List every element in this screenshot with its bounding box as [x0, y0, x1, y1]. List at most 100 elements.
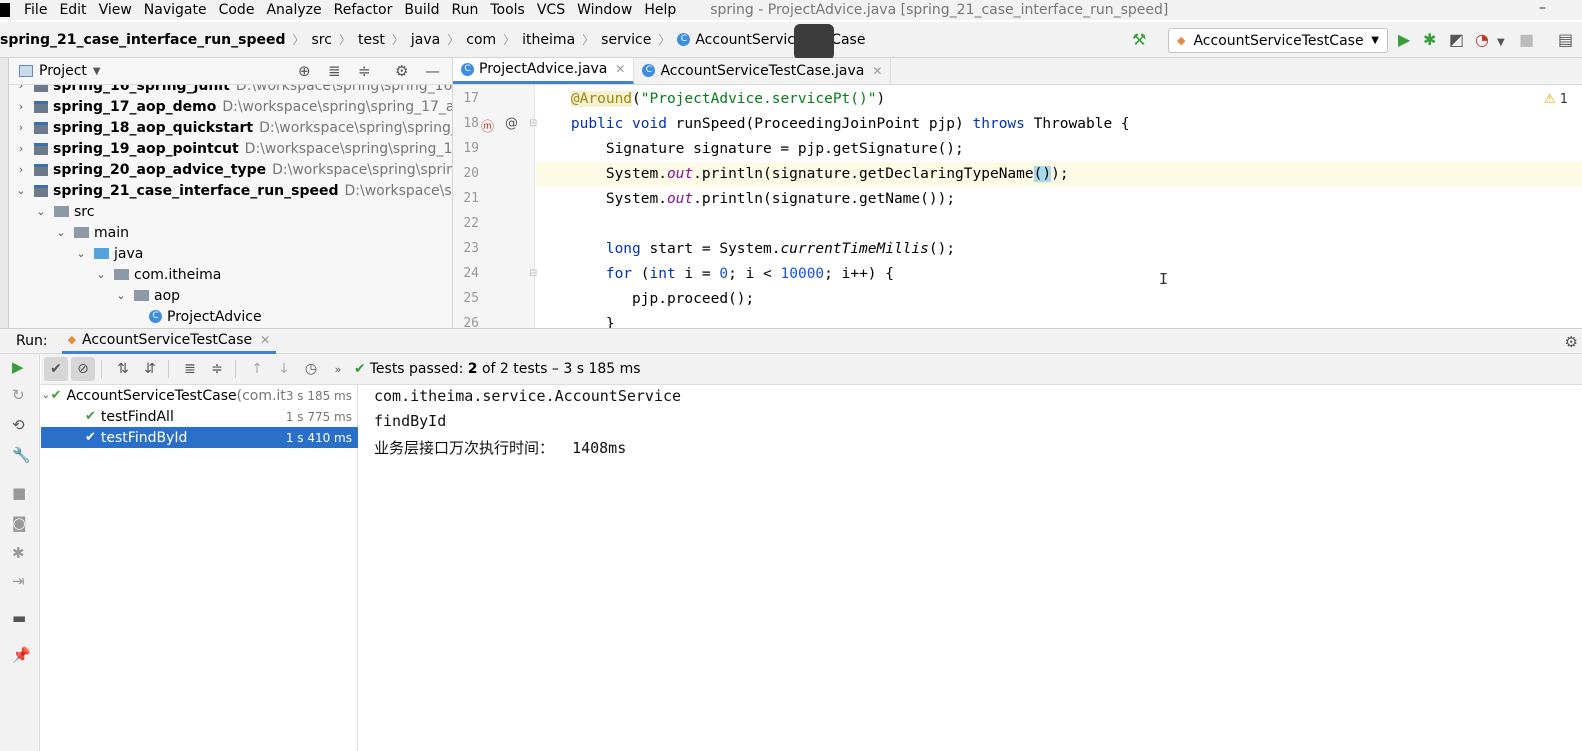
debug-icon[interactable]: ✱ — [1423, 32, 1436, 48]
rerun-icon[interactable]: ▶ — [12, 358, 24, 376]
menu-vcs[interactable]: VCS — [531, 2, 571, 18]
breadcrumb-src[interactable]: src — [308, 32, 336, 48]
locate-target-icon[interactable]: ⊕ — [298, 62, 311, 80]
test-case-row[interactable]: ✔ testFindById 1 s 410 ms — [41, 427, 358, 448]
expand-all-icon[interactable]: ≣ — [328, 62, 341, 80]
close-icon[interactable]: ✕ — [260, 333, 270, 347]
hide-panel-icon[interactable]: — — [425, 62, 440, 80]
sort-alpha-icon[interactable]: ⇅ — [111, 357, 135, 381]
breadcrumb-java[interactable]: java — [407, 32, 444, 48]
layout-icon[interactable]: ▬ — [12, 609, 26, 627]
menu-window[interactable]: Window — [571, 2, 638, 18]
chevron-down-icon[interactable]: ⌄ — [33, 205, 49, 218]
menu-refactor[interactable]: Refactor — [328, 2, 399, 18]
implementation-marker-icon[interactable]: ⓜ — [481, 116, 494, 135]
expand-all-icon[interactable]: ≣ — [178, 357, 202, 381]
chevron-right-icon[interactable]: › — [13, 85, 29, 92]
previous-failed-icon[interactable]: ↑ — [245, 357, 269, 381]
chevron-down-icon[interactable]: ⌄ — [73, 247, 89, 260]
chevron-down-icon[interactable]: ▼ — [93, 66, 101, 77]
export-icon[interactable]: ⇥ — [12, 572, 25, 590]
chevron-down-icon[interactable]: ⌄ — [41, 390, 51, 401]
test-case-row[interactable]: ✔ testFindAll 1 s 775 ms — [41, 406, 358, 427]
rerun-failed-icon[interactable]: ↻ — [12, 386, 25, 404]
run-icon[interactable]: ▶ — [1398, 32, 1410, 48]
menu-file[interactable]: File — [18, 2, 53, 18]
pin-icon[interactable]: 📌 — [12, 646, 31, 664]
chevron-down-icon[interactable]: ⌄ — [53, 226, 69, 239]
tree-item-package[interactable]: ⌄ com.itheima — [9, 264, 221, 285]
chevron-right-icon[interactable]: › — [13, 163, 29, 176]
chevron-right-icon[interactable]: › — [13, 121, 29, 134]
menu-view[interactable]: View — [93, 2, 138, 18]
menu-help[interactable]: Help — [638, 2, 682, 18]
tree-item-class[interactable]: C ProjectAdvice — [9, 306, 262, 327]
menu-code[interactable]: Code — [213, 2, 261, 18]
breadcrumb-separator-icon: 〉 — [447, 33, 460, 47]
menu-analyze[interactable]: Analyze — [260, 2, 327, 18]
gear-icon[interactable]: ⚙ — [1565, 333, 1578, 351]
breadcrumb-test[interactable]: test — [354, 32, 389, 48]
inspection-warnings[interactable]: ⚠ 1 — [1544, 92, 1568, 107]
tree-item-folder[interactable]: ⌄ main — [9, 222, 129, 243]
chevron-right-icon[interactable]: › — [13, 142, 29, 155]
collapse-all-icon[interactable]: ≑ — [358, 62, 371, 80]
test-suite-row[interactable]: ⌄ ✔ AccountServiceTestCase (com.it 3 s 1… — [41, 385, 358, 406]
tree-item-module[interactable]: › spring_20_aop_advice_type D:\workspace\s… — [9, 159, 452, 180]
console-output[interactable]: com.itheima.service.AccountService findB… — [359, 385, 1582, 751]
chevron-down-icon[interactable]: ▼ — [1497, 35, 1505, 51]
run-configuration-select[interactable]: ◆ AccountServiceTestCase ▼ — [1168, 28, 1388, 53]
coverage-icon[interactable]: ◩ — [1449, 32, 1464, 48]
menu-edit[interactable]: Edit — [53, 2, 92, 18]
debug-icon[interactable]: ✱ — [12, 544, 25, 562]
chevron-right-icon[interactable]: › — [13, 100, 29, 113]
stop-icon[interactable]: ■ — [12, 484, 26, 502]
gear-icon[interactable]: ⚙ — [395, 62, 408, 80]
tree-item-module[interactable]: › spring_18_aop_quickstart D:\workspace\sp… — [9, 117, 452, 138]
toggle-auto-test-icon[interactable]: ⟲ — [12, 416, 25, 434]
chevron-down-icon[interactable]: ⌄ — [93, 268, 109, 281]
breadcrumb-itheima[interactable]: itheima — [518, 32, 579, 48]
next-failed-icon[interactable]: ↓ — [272, 357, 296, 381]
annotation-marker-icon[interactable]: @ — [505, 116, 518, 131]
camera-icon[interactable]: ◙ — [12, 514, 27, 532]
build-hammer-icon[interactable]: ⚒ — [1132, 32, 1146, 48]
tree-item-module[interactable]: › spring_16_spring_junit D:\workspace\spri… — [9, 85, 452, 96]
breadcrumb-class[interactable]: C AccountServiceTestCase — [673, 32, 869, 48]
menu-build[interactable]: Build — [398, 2, 445, 18]
chevron-down-icon[interactable]: ⌄ — [13, 184, 29, 197]
show-ignored-icon[interactable]: ⊘ — [71, 357, 95, 381]
code-area[interactable]: @Around("ProjectAdvice.servicePt()") pub… — [536, 85, 1582, 328]
collapse-all-icon[interactable]: ≑ — [205, 357, 229, 381]
project-panel-title[interactable]: Project — [39, 63, 87, 79]
menu-run[interactable]: Run — [446, 2, 485, 18]
history-icon[interactable]: ◷ — [299, 357, 323, 381]
stop-icon[interactable]: ■ — [1519, 32, 1534, 48]
breadcrumb-service[interactable]: service — [597, 32, 655, 48]
show-passed-icon[interactable]: ✔ — [44, 357, 68, 381]
tree-item-module[interactable]: › spring_19_aop_pointcut D:\workspace\spri… — [9, 138, 452, 159]
chevron-down-icon[interactable]: ⌄ — [113, 289, 129, 302]
wrench-icon[interactable]: 🔧 — [12, 446, 31, 464]
breadcrumb: spring_21_case_interface_run_speed 〉 src 〉… — [0, 31, 869, 48]
close-icon[interactable]: ✕ — [872, 64, 882, 78]
tree-item-module[interactable]: ⌄ spring_21_case_interface_run_speed D:\wo… — [9, 180, 452, 201]
tab-account-service-test-case[interactable]: C AccountServiceTestCase.java ✕ — [634, 58, 892, 84]
tree-item-folder-blue[interactable]: ⌄ java — [9, 243, 143, 264]
run-tab[interactable]: ◆ AccountServiceTestCase ✕ — [61, 328, 277, 354]
menu-navigate[interactable]: Navigate — [138, 2, 213, 18]
sort-duration-icon[interactable]: ⇵ — [138, 357, 162, 381]
minimize-button[interactable]: – — [1539, 0, 1546, 16]
tree-item-package[interactable]: ⌄ aop — [9, 285, 180, 306]
close-icon[interactable]: ✕ — [615, 62, 625, 76]
profile-icon[interactable]: ◔ — [1475, 32, 1489, 48]
tab-project-advice[interactable]: C ProjectAdvice.java ✕ — [453, 58, 635, 84]
tree-item-module[interactable]: › spring_17_aop_demo D:\workspace\spring\s… — [9, 96, 452, 117]
breadcrumb-project[interactable]: spring_21_case_interface_run_speed — [0, 32, 290, 48]
tree-item-folder[interactable]: ⌄ src — [9, 201, 94, 222]
editor-tabs: C ProjectAdvice.java ✕ C AccountServiceT… — [453, 58, 1582, 85]
menu-tools[interactable]: Tools — [484, 2, 531, 18]
project-structure-icon[interactable]: ▤ — [1558, 32, 1573, 48]
breadcrumb-com[interactable]: com — [462, 32, 500, 48]
more-icon[interactable]: » — [326, 357, 350, 381]
